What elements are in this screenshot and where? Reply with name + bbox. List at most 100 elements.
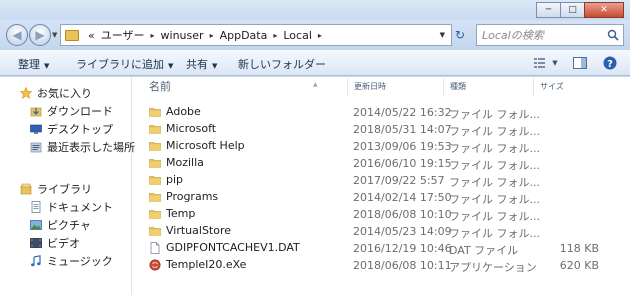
search-icon[interactable] [607, 29, 619, 41]
file-name-cell[interactable]: Temp [149, 207, 195, 220]
back-button[interactable]: ◀ [6, 24, 28, 46]
file-date: 2018/06/08 10:10 [353, 208, 452, 221]
file-name: Mozilla [166, 156, 204, 169]
chevron-down-icon: ▼ [44, 62, 50, 70]
chevron-down-icon: ▼ [212, 62, 218, 70]
nav-favorites-label: お気に入り [37, 87, 92, 100]
file-name: pip [166, 173, 184, 186]
file-name: GDIPFONTCACHEV1.DAT [166, 241, 300, 254]
file-type: ファイル フォル... [449, 159, 540, 172]
search-input[interactable] [482, 25, 606, 45]
breadcrumb-appdata[interactable]: AppData [217, 29, 271, 42]
nav-desktop[interactable]: デスクトップ [30, 121, 113, 137]
file-type: アプリケーション [449, 261, 537, 274]
folder-icon [149, 158, 161, 168]
column-header-type[interactable]: 種類 [443, 78, 533, 96]
file-icon [150, 241, 160, 254]
file-row[interactable]: Microsoft Help 2013/09/06 19:53 ファイル フォル..… [133, 138, 603, 155]
breadcrumb-users[interactable]: ユーザー [98, 27, 148, 43]
chevron-down-icon: ▼ [168, 62, 174, 70]
file-name: Temp [166, 207, 196, 220]
file-row[interactable]: VirtualStore 2014/05/23 14:09 ファイル フォル... [133, 223, 603, 240]
window-controls: ─ □ ✕ [536, 2, 624, 18]
column-type-label: 種類 [450, 82, 466, 91]
chevron-right-icon[interactable]: ▸ [148, 31, 158, 40]
file-name-cell[interactable]: GDIPFONTCACHEV1.DAT [149, 241, 300, 254]
help-button[interactable]: ? [600, 54, 620, 72]
file-date: 2018/05/31 14:07 [353, 123, 452, 136]
file-name-cell[interactable]: Programs [149, 190, 218, 203]
folder-icon [149, 107, 161, 117]
recent-pages-dropdown[interactable]: ▼ [52, 31, 57, 39]
column-name-label: 名前 [149, 80, 171, 93]
file-row[interactable]: Temp 2018/06/08 10:10 ファイル フォル... [133, 206, 603, 223]
add-to-library-button[interactable]: ライブラリに追加 ▼ [76, 56, 173, 72]
breadcrumb-local[interactable]: Local [280, 29, 315, 42]
nav-pictures[interactable]: ピクチャ [30, 217, 91, 233]
file-name-cell[interactable]: Microsoft Help [149, 139, 245, 152]
nav-recent-places[interactable]: 最近表示した場所 [30, 139, 135, 155]
nav-favorites[interactable]: お気に入り [20, 85, 92, 101]
file-name-cell[interactable]: Adobe [149, 105, 201, 118]
file-type: ファイル フォル... [449, 176, 540, 189]
breadcrumb-overflow[interactable]: « [85, 29, 98, 42]
maximize-icon: □ [568, 5, 577, 15]
preview-pane-button[interactable] [570, 54, 590, 72]
file-row[interactable]: GDIPFONTCACHEV1.DAT 2016/12/19 10:46 DAT フ… [133, 240, 603, 257]
organize-button[interactable]: 整理 ▼ [18, 56, 49, 72]
address-history-dropdown[interactable]: ▼ [440, 31, 445, 39]
search-box[interactable] [476, 24, 624, 46]
file-row[interactable]: Programs 2014/02/14 17:50 ファイル フォル... [133, 189, 603, 206]
file-name-cell[interactable]: VirtualStore [149, 224, 231, 237]
column-header-date[interactable]: 更新日時 [347, 78, 443, 96]
file-date: 2014/05/22 16:32 [353, 106, 452, 119]
file-name-cell[interactable]: Mozilla [149, 156, 204, 169]
file-name: Adobe [166, 105, 201, 118]
chevron-right-icon[interactable]: ▸ [270, 31, 280, 40]
file-date: 2016/06/10 19:15 [353, 157, 452, 170]
file-row[interactable]: pip 2017/09/22 5:57 ファイル フォル... [133, 172, 603, 189]
nav-downloads[interactable]: ダウンロード [30, 103, 113, 119]
chevron-right-icon[interactable]: ▸ [315, 31, 325, 40]
file-type: ファイル フォル... [449, 125, 540, 138]
forward-button[interactable]: ▶ [29, 24, 51, 46]
file-row[interactable]: TempleI20.eXe 2018/06/08 10:11 アプリケーション 620… [133, 257, 603, 274]
file-type: ファイル フォル... [449, 210, 540, 223]
nav-videos[interactable]: ビデオ [30, 235, 80, 251]
music-icon [31, 255, 41, 267]
nav-libraries[interactable]: ライブラリ [20, 181, 92, 197]
address-bar[interactable]: « ユーザー ▸ winuser ▸ AppData ▸ Local ▸ ▼ [60, 24, 452, 46]
chevron-right-icon[interactable]: ▸ [207, 31, 217, 40]
nav-downloads-label: ダウンロード [47, 105, 113, 118]
close-icon: ✕ [600, 5, 608, 15]
breadcrumb-winuser[interactable]: winuser [158, 29, 207, 42]
column-header-name[interactable]: ▲ 名前 [143, 78, 353, 96]
file-name: TempleI20.eXe [166, 258, 247, 271]
share-button[interactable]: 共有 ▼ [186, 56, 217, 72]
file-name-cell[interactable]: Microsoft [149, 122, 216, 135]
folder-icon [149, 175, 161, 185]
close-button[interactable]: ✕ [584, 2, 624, 18]
file-list: ▲ 名前 更新日時 種類 サイズ Adobe 2014/05/22 16:32 ファ… [133, 77, 630, 295]
nav-music[interactable]: ミュージック [30, 253, 113, 269]
minimize-button[interactable]: ─ [536, 2, 561, 18]
file-date: 2018/06/08 10:11 [353, 259, 452, 272]
view-options-button[interactable]: ▼ [531, 54, 561, 72]
maximize-button[interactable]: □ [560, 2, 585, 18]
refresh-icon[interactable]: ↻ [455, 28, 465, 42]
file-row[interactable]: Adobe 2014/05/22 16:32 ファイル フォル... [133, 104, 603, 121]
nav-documents-label: ドキュメント [47, 201, 113, 214]
nav-documents[interactable]: ドキュメント [30, 199, 113, 215]
column-header-size[interactable]: サイズ [533, 78, 603, 96]
file-row[interactable]: Mozilla 2016/06/10 19:15 ファイル フォル... [133, 155, 603, 172]
new-folder-button[interactable]: 新しいフォルダー [238, 56, 326, 72]
help-icon: ? [603, 56, 617, 70]
file-name-cell[interactable]: pip [149, 173, 183, 186]
file-date: 2016/12/19 10:46 [353, 242, 452, 255]
file-row[interactable]: Microsoft 2018/05/31 14:07 ファイル フォル... [133, 121, 603, 138]
organize-label: 整理 [18, 58, 40, 71]
file-name-cell[interactable]: TempleI20.eXe [149, 258, 246, 271]
chevron-down-icon: ▼ [552, 59, 558, 67]
minimize-icon: ─ [545, 5, 552, 15]
file-date: 2017/09/22 5:57 [353, 174, 445, 187]
